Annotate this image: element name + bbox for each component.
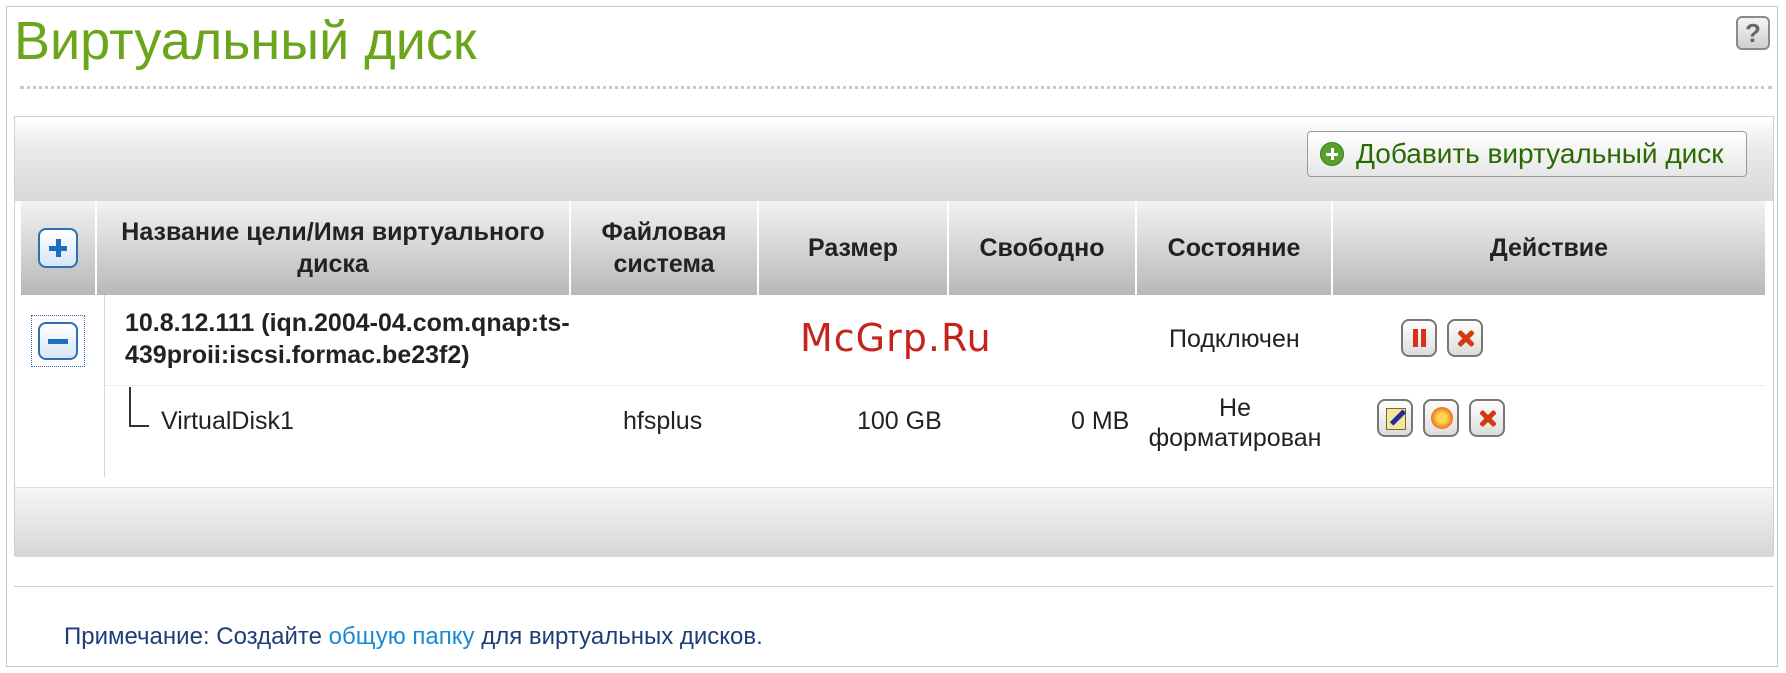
- toolbar: Добавить виртуальный диск: [15, 117, 1773, 201]
- title-divider: [20, 86, 1772, 89]
- header-target-name[interactable]: Название цели/Имя виртуального диска: [97, 201, 571, 295]
- tree-connector: [129, 387, 149, 427]
- expand-all-icon[interactable]: [38, 228, 78, 268]
- header-free[interactable]: Свободно: [949, 201, 1137, 295]
- shared-folder-link[interactable]: общую папку: [329, 623, 475, 650]
- header-expand-cell: [21, 201, 97, 295]
- edit-icon[interactable]: [1377, 399, 1413, 437]
- disk-filesystem: hfsplus: [623, 407, 703, 435]
- table-header: Название цели/Имя виртуального диска Фай…: [21, 201, 1765, 295]
- note-text: Примечание: Создайте общую папку для вир…: [64, 623, 763, 651]
- header-filesystem[interactable]: Файловая система: [571, 201, 759, 295]
- collapse-icon[interactable]: [31, 315, 85, 367]
- header-status[interactable]: Состояние: [1137, 201, 1333, 295]
- panel-footer: [15, 487, 1773, 557]
- page-title: Виртуальный диск: [14, 11, 477, 71]
- disk-size: 100 GB: [857, 407, 942, 435]
- note-prefix: Примечание: Создайте: [64, 623, 329, 650]
- disk-free: 0 MB: [1071, 407, 1130, 435]
- add-virtual-disk-button[interactable]: Добавить виртуальный диск: [1307, 131, 1747, 177]
- disk-name[interactable]: VirtualDisk1: [161, 407, 294, 436]
- help-icon[interactable]: ?: [1736, 16, 1770, 50]
- delete-target-icon[interactable]: [1447, 319, 1483, 357]
- delete-disk-icon[interactable]: [1469, 399, 1505, 437]
- header-action: Действие: [1489, 234, 1609, 262]
- row-divider: [105, 385, 1765, 386]
- add-virtual-disk-label: Добавить виртуальный диск: [1356, 138, 1724, 169]
- target-name[interactable]: 10.8.12.111 (iqn.2004-04.com.qnap:ts-439…: [125, 307, 685, 371]
- disk-status: Не форматирован: [1148, 394, 1322, 452]
- format-icon[interactable]: [1423, 399, 1459, 437]
- add-circle-icon: [1320, 142, 1344, 166]
- target-status: Подключен: [1169, 325, 1300, 353]
- note-suffix: для виртуальных дисков.: [474, 623, 763, 650]
- note-box: Примечание: Создайте общую папку для вир…: [14, 586, 1774, 666]
- watermark: McGrp.Ru: [800, 316, 992, 360]
- header-size[interactable]: Размер: [759, 201, 949, 295]
- pause-icon[interactable]: [1401, 319, 1437, 357]
- row-toggle-column: [21, 295, 105, 477]
